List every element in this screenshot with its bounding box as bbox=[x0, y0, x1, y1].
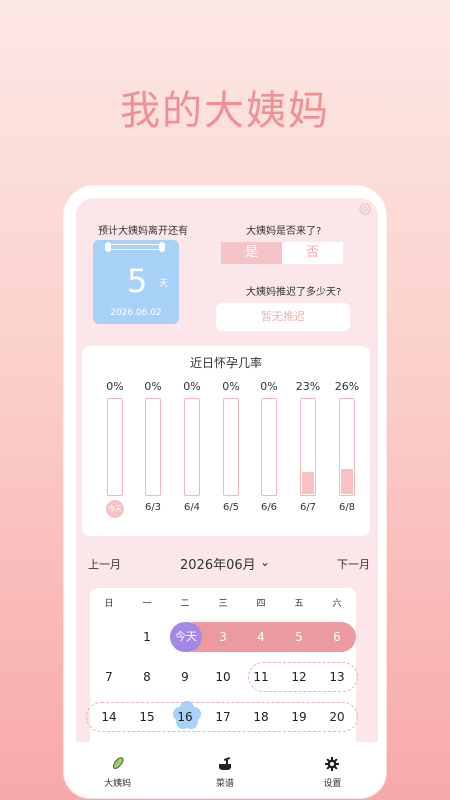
delay-label: 大姨妈推迟了多少天? bbox=[246, 287, 342, 298]
countdown-days: 5 bbox=[127, 262, 148, 300]
weekday-header: 一 bbox=[142, 599, 152, 609]
prev-month-button[interactable]: 上一月 bbox=[88, 556, 121, 572]
bar-column: 0% 6/4 bbox=[173, 380, 211, 516]
countdown-calendar-card: 5 天 2026.06.02 bbox=[93, 240, 179, 324]
settings-corner-icon[interactable] bbox=[358, 202, 372, 216]
countdown-unit: 天 bbox=[159, 279, 169, 289]
weekday-header: 三 bbox=[218, 599, 228, 609]
calendar-day[interactable]: 19 bbox=[280, 710, 318, 724]
month-calendar: 日 一 二 三 四 五 六 1 今天 3 4 5 6 7 8 9 10 11 12 13 14 15 16 17 18 19 20 bbox=[86, 588, 358, 742]
bar-category-label: 6/4 bbox=[183, 502, 201, 513]
pregnancy-chance-chart: 近日怀孕几率 0% 今天 0% 6/3 0% 6/4 0% 6/5 0% 6/6 23% 6/7 26%… bbox=[82, 346, 370, 536]
no-delay-button[interactable]: 暂无推迟 bbox=[216, 303, 350, 331]
calendar-day[interactable]: 1 bbox=[128, 630, 166, 644]
calendar-day[interactable]: 14 bbox=[90, 710, 128, 724]
bar-value-label: 26% bbox=[334, 380, 360, 393]
weekday-header: 二 bbox=[180, 599, 190, 609]
bar-category-label: 6/5 bbox=[222, 502, 240, 513]
hero-title: 我的大姨妈 bbox=[120, 88, 330, 134]
calendar-day[interactable]: 10 bbox=[204, 670, 242, 684]
bar bbox=[341, 469, 353, 494]
tab-settings-label: 设置 bbox=[323, 778, 342, 789]
calendar-day[interactable]: 8 bbox=[128, 670, 166, 684]
bar-track bbox=[223, 398, 239, 496]
phone-frame: 预计大姨妈离开还有 5 天 2026.06.02 大姨妈是否来了? 是 否 大姨… bbox=[64, 186, 386, 798]
tab-recipes[interactable]: 菜谱 bbox=[171, 742, 278, 798]
bar-column: 0% 6/6 bbox=[250, 380, 288, 516]
chevron-down-icon[interactable]: ⌄ bbox=[260, 555, 270, 569]
bar-track bbox=[300, 398, 316, 496]
bar-track bbox=[339, 398, 355, 496]
bar-value-label: 0% bbox=[144, 380, 162, 393]
bar-value-label: 0% bbox=[106, 380, 124, 393]
bar-track bbox=[261, 398, 277, 496]
period-came-label: 大姨妈是否来了? bbox=[246, 226, 322, 237]
tab-bar: 大姨妈 菜谱 设置 bbox=[64, 742, 386, 798]
gear-icon bbox=[325, 756, 340, 771]
bar-category-label: 6/8 bbox=[338, 502, 356, 513]
calendar-day[interactable]: 20 bbox=[318, 710, 356, 724]
bar-track bbox=[184, 398, 200, 496]
countdown-label: 预计大姨妈离开还有 bbox=[98, 226, 188, 237]
countdown-date: 2026.06.02 bbox=[110, 308, 162, 318]
calendar-day[interactable]: 7 bbox=[90, 670, 128, 684]
calendar-day[interactable]: 17 bbox=[204, 710, 242, 724]
app-screen: 预计大姨妈离开还有 5 天 2026.06.02 大姨妈是否来了? 是 否 大姨… bbox=[76, 198, 378, 742]
bar-track bbox=[145, 398, 161, 496]
calendar-day[interactable]: 15 bbox=[128, 710, 166, 724]
bar-category-label: 今天 bbox=[106, 500, 124, 518]
bar-column: 23% 6/7 bbox=[289, 380, 327, 516]
tab-recipes-label: 菜谱 bbox=[215, 778, 234, 789]
calendar-day[interactable]: 3 bbox=[204, 630, 242, 644]
weekday-header: 四 bbox=[256, 599, 266, 609]
weekday-header: 六 bbox=[332, 599, 342, 609]
calendar-day[interactable]: 11 bbox=[242, 670, 280, 684]
calendar-day[interactable]: 16 bbox=[166, 710, 204, 724]
bar-column: 26% 6/8 bbox=[328, 380, 366, 516]
next-month-button[interactable]: 下一月 bbox=[337, 556, 370, 572]
bar-value-label: 0% bbox=[260, 380, 278, 393]
yes-button[interactable]: 是 bbox=[221, 242, 282, 264]
weekday-header: 五 bbox=[294, 599, 304, 609]
calendar-ring-icon bbox=[105, 242, 165, 252]
calendar-day[interactable]: 6 bbox=[318, 630, 356, 644]
today-marker[interactable]: 今天 bbox=[170, 622, 202, 652]
no-button[interactable]: 否 bbox=[282, 242, 343, 264]
bar-category-label: 6/7 bbox=[299, 502, 317, 513]
month-title[interactable]: 2026年06月 bbox=[180, 554, 256, 573]
bar-value-label: 0% bbox=[222, 380, 240, 393]
pad-icon bbox=[112, 756, 124, 769]
period-came-toggle: 是 否 bbox=[221, 242, 343, 264]
tab-settings[interactable]: 设置 bbox=[279, 742, 386, 798]
bar-value-label: 0% bbox=[183, 380, 201, 393]
calendar-day[interactable]: 12 bbox=[280, 670, 318, 684]
bar-column: 0% 6/5 bbox=[212, 380, 250, 516]
calendar-day[interactable]: 5 bbox=[280, 630, 318, 644]
bar bbox=[302, 471, 314, 494]
bar-category-label: 6/3 bbox=[144, 502, 162, 513]
bar-column: 0% 今天 bbox=[96, 380, 134, 518]
bar-track bbox=[107, 398, 123, 496]
bar-column: 0% 6/3 bbox=[134, 380, 172, 516]
calendar-day[interactable]: 18 bbox=[242, 710, 280, 724]
bar-value-label: 23% bbox=[295, 380, 321, 393]
chart-title: 近日怀孕几率 bbox=[189, 356, 262, 370]
cooking-pot-icon bbox=[218, 756, 231, 770]
tab-period[interactable]: 大姨妈 bbox=[64, 742, 171, 798]
calendar-day[interactable]: 9 bbox=[166, 670, 204, 684]
calendar-day[interactable]: 13 bbox=[318, 670, 356, 684]
tab-period-label: 大姨妈 bbox=[104, 778, 132, 789]
weekday-header: 日 bbox=[104, 599, 114, 609]
bar-category-label: 6/6 bbox=[260, 502, 278, 513]
calendar-day[interactable]: 4 bbox=[242, 630, 280, 644]
